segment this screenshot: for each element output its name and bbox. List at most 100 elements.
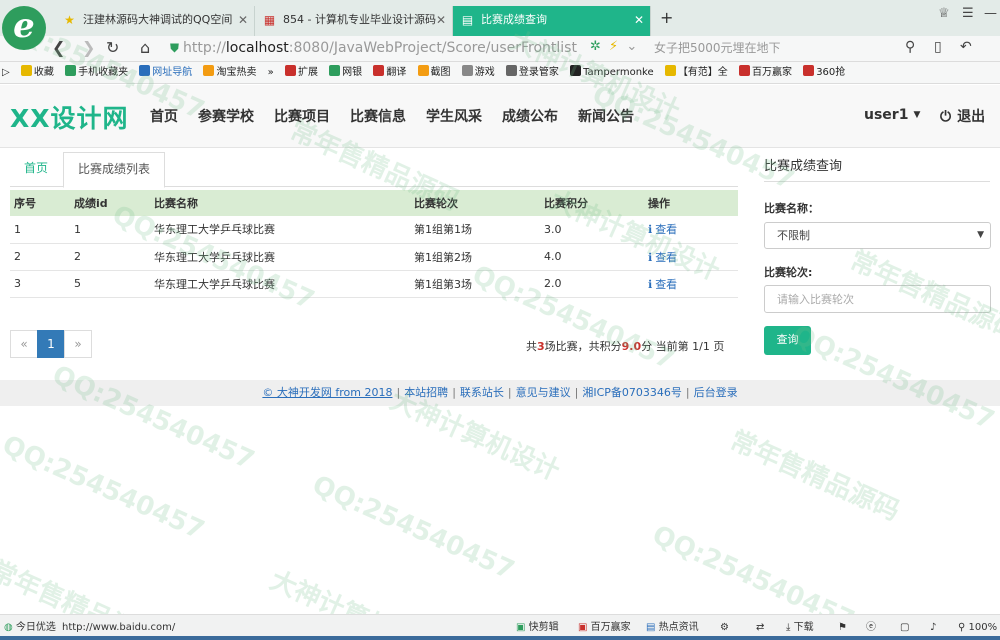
- user-dropdown[interactable]: user1 ▼: [864, 107, 920, 123]
- fav-item[interactable]: 手机收藏夹: [65, 62, 128, 83]
- match-name-select[interactable]: 不限制 ▼: [764, 222, 991, 249]
- power-icon: ⏻: [940, 109, 952, 125]
- fav-item[interactable]: 收藏: [20, 62, 54, 83]
- zoom-icon: ⚲: [958, 622, 966, 633]
- fav-item[interactable]: 游戏: [461, 62, 495, 83]
- menu-item-home[interactable]: 首页: [150, 106, 178, 126]
- star-icon: ★: [64, 13, 75, 27]
- footer-link-icp[interactable]: 湘ICP备0703346号: [582, 386, 682, 399]
- nav-icon: [139, 65, 151, 76]
- cell-score: 3.0: [540, 216, 644, 244]
- page-prev-button[interactable]: «: [10, 330, 38, 358]
- fav-item[interactable]: 淘宝热卖: [203, 62, 256, 83]
- site-favicon-icon: ▦: [263, 13, 276, 27]
- view-link[interactable]: ℹ 查看: [648, 223, 677, 236]
- search-input[interactable]: 女子把5000元埋在地下: [654, 39, 894, 58]
- fav-item[interactable]: 登录管家: [505, 62, 559, 83]
- tag-icon: [803, 65, 815, 76]
- search-icon[interactable]: ⚲: [905, 39, 915, 55]
- table-row: 3 5 华东理工大学乒乓球比赛 第1组第3场 2.0 ℹ 查看: [10, 270, 738, 298]
- fav-item[interactable]: 网银: [329, 62, 362, 83]
- close-icon[interactable]: ✕: [436, 6, 446, 34]
- fav-item[interactable]: Tampermonke: [570, 62, 654, 83]
- menu-item-match-info[interactable]: 比赛信息: [350, 106, 406, 126]
- fav-item[interactable]: 【有范】全: [664, 62, 728, 83]
- clip-icon: ▣: [516, 622, 526, 633]
- fav-item[interactable]: 截图: [417, 62, 451, 83]
- refresh-icon[interactable]: ↻: [106, 38, 119, 57]
- menu-item-events[interactable]: 比赛项目: [274, 106, 330, 126]
- home-icon[interactable]: ⌂: [140, 38, 150, 57]
- cell-score: 2.0: [540, 270, 644, 298]
- match-round-label: 比赛轮次:: [764, 266, 813, 279]
- fav-item[interactable]: 翻译: [373, 62, 406, 83]
- logout-link[interactable]: ⏻ 退出: [940, 106, 985, 126]
- footer-link-contact[interactable]: 联系站长: [460, 386, 504, 399]
- match-round-input[interactable]: [764, 285, 991, 313]
- menu-item-news[interactable]: 新闻公告: [578, 106, 634, 126]
- page-1-button[interactable]: 1: [37, 330, 65, 358]
- cell-name: 华东理工大学乒乓球比赛: [150, 216, 410, 244]
- footer-link-feedback[interactable]: 意见与建议: [516, 386, 571, 399]
- mobile-icon[interactable]: ▯: [934, 39, 942, 55]
- tab-score-list[interactable]: 比赛成绩列表: [63, 152, 166, 188]
- undo-icon[interactable]: ↶: [960, 39, 972, 55]
- url-input[interactable]: ⛊ http://localhost:8080/JavaWebProject/Sc…: [170, 38, 630, 59]
- footer-link-jobs[interactable]: 本站招聘: [404, 386, 448, 399]
- menu-icon[interactable]: ☰: [962, 6, 974, 21]
- info-icon: ℹ: [648, 223, 653, 237]
- fav-item[interactable]: 网址导航: [139, 62, 192, 83]
- key-icon: [505, 65, 517, 76]
- col-header-round: 比赛轮次: [410, 190, 540, 216]
- cell-score: 4.0: [540, 243, 644, 271]
- translate-icon: [373, 65, 385, 76]
- new-tab-button[interactable]: +: [660, 8, 673, 27]
- page-next-button[interactable]: »: [64, 330, 92, 358]
- search-panel-title: 比赛成绩查询: [764, 159, 843, 174]
- query-button[interactable]: 查询: [764, 326, 811, 355]
- forward-icon[interactable]: ❯: [82, 38, 95, 57]
- dropdown-icon[interactable]: ⌄: [626, 39, 637, 54]
- view-link[interactable]: ℹ 查看: [648, 278, 677, 291]
- close-icon[interactable]: ✕: [634, 6, 644, 34]
- news-icon: ▤: [646, 622, 656, 633]
- tab-home[interactable]: 首页: [10, 152, 62, 188]
- site-brand[interactable]: XX设计网: [10, 99, 129, 135]
- fav-item[interactable]: 扩展: [284, 62, 318, 83]
- main-menu: 首页 参赛学校 比赛项目 比赛信息 学生风采 成绩公布 新闻公告: [140, 106, 644, 126]
- score-summary: 共3场比赛，共积分9.0分 当前第 1/1 页: [526, 340, 725, 353]
- browser-tab-score-query[interactable]: ▤ 比赛成绩查询 ✕: [453, 6, 651, 36]
- star-icon: [20, 65, 32, 76]
- minimize-icon[interactable]: —: [984, 6, 997, 21]
- table-row: 2 2 华东理工大学乒乓球比赛 第1组第2场 4.0 ℹ 查看: [10, 243, 738, 271]
- cell-id: 1: [70, 216, 150, 244]
- favorites-bar: ▷ 收藏 手机收藏夹 网址导航 淘宝热卖 » 扩展 网银 翻译 截图 游戏 登录…: [0, 62, 1000, 84]
- browser-tab-source[interactable]: ▦ 854 - 计算机专业毕业设计源码 ✕: [255, 6, 453, 36]
- compat-mode-icon[interactable]: ✲: [590, 39, 601, 54]
- fav-item[interactable]: 百万赢家: [739, 62, 792, 83]
- footer-link-admin-login[interactable]: 后台登录: [694, 386, 738, 399]
- skin-icon[interactable]: ♕: [938, 6, 950, 21]
- cell-id: 2: [70, 243, 150, 271]
- watermark-text: QQ:254540457: [0, 430, 209, 546]
- menu-item-scores[interactable]: 成绩公布: [502, 106, 558, 126]
- col-header-score: 比赛积分: [540, 190, 644, 216]
- menu-item-students[interactable]: 学生风采: [426, 106, 482, 126]
- favbar-toggle-icon[interactable]: ▷: [2, 62, 10, 83]
- back-icon[interactable]: ❮: [52, 38, 65, 57]
- speed-mode-icon[interactable]: ⚡: [609, 39, 618, 54]
- copyright-link[interactable]: © 大神开发网 from 2018: [262, 386, 392, 399]
- scissors-icon: [417, 65, 429, 76]
- view-link[interactable]: ℹ 查看: [648, 251, 677, 264]
- close-icon[interactable]: ✕: [238, 6, 248, 34]
- bank-icon: [329, 65, 341, 76]
- gamepad-icon: [461, 65, 473, 76]
- fav-item[interactable]: 360抢: [803, 62, 845, 83]
- pagination: « 1 »: [10, 330, 92, 358]
- menu-item-schools[interactable]: 参赛学校: [198, 106, 254, 126]
- browser-tab-qzone[interactable]: ★ 汪建林源码大神调试的QQ空间 ✕: [55, 6, 255, 36]
- fav-more[interactable]: »: [268, 62, 274, 83]
- caret-down-icon: ▼: [913, 110, 921, 120]
- tab-title: 854 - 计算机专业毕业设计源码: [283, 13, 436, 26]
- cell-no: 2: [10, 243, 70, 271]
